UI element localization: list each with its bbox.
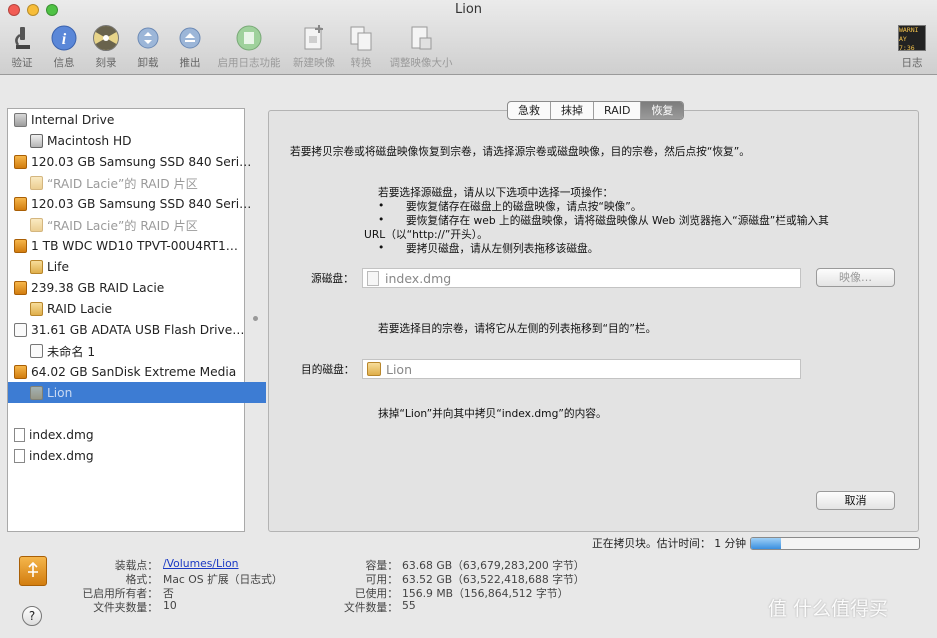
list-item[interactable]: “RAID Lacie”的 RAID 片区: [8, 172, 266, 193]
mount-point-link[interactable]: /Volumes/Lion: [163, 557, 239, 570]
external-drive-icon: [14, 364, 27, 379]
progress-fill: [751, 538, 782, 549]
cancel-button[interactable]: 取消: [816, 491, 895, 510]
source-help-2: 要恢复储存在 web 上的磁盘映像，请将磁盘映像从 Web 浏览器拖入“源磁盘”…: [406, 214, 829, 227]
hard-disk-icon: [30, 133, 43, 148]
list-item-selected[interactable]: Lion: [8, 382, 266, 403]
source-help-3: 要拷贝磁盘，请从左侧列表拖移该磁盘。: [406, 242, 599, 255]
volume-icon: [30, 259, 43, 274]
list-item[interactable]: index.dmg: [8, 445, 250, 466]
enable-journaling-tool[interactable]: 启用日志功能: [216, 24, 282, 70]
list-item[interactable]: “RAID Lacie”的 RAID 片区: [8, 214, 266, 235]
list-item[interactable]: 120.03 GB Samsung SSD 840 Seri…: [8, 151, 250, 172]
radiation-disc-icon: [92, 24, 120, 52]
log-tool[interactable]: WARNI AY 7:36 日志: [896, 24, 928, 70]
progress-bar: [750, 537, 920, 550]
resize-image-icon: [407, 24, 435, 52]
microscope-icon: [8, 24, 36, 52]
tab-restore[interactable]: 恢复: [641, 102, 684, 119]
log-console-icon: WARNI AY 7:36: [898, 24, 926, 52]
info-tool[interactable]: i 信息: [48, 24, 80, 70]
list-item[interactable]: 64.02 GB SanDisk Extreme Media: [8, 361, 250, 382]
svg-text:i: i: [62, 31, 67, 48]
source-label: 源磁盘：: [311, 272, 354, 285]
help-icon: ?: [28, 609, 36, 623]
internal-drive-icon: [14, 112, 27, 127]
list-item[interactable]: Macintosh HD: [8, 130, 266, 151]
resize-image-tool[interactable]: 调整映像大小: [388, 24, 454, 70]
disk-image-icon: [367, 270, 379, 286]
window-toolbar: Lion 验证 i 信息 刻录 卸载 推出 启用日志功能 新建映像 转换 调整映…: [0, 0, 937, 75]
volume-icon: [367, 362, 381, 376]
tab-raid[interactable]: RAID: [594, 102, 642, 119]
restore-intro: 若要拷贝宗卷或将磁盘映像恢复到宗卷，请选择源宗卷或磁盘映像，目的宗卷，然后点按“…: [290, 145, 750, 158]
burn-tool[interactable]: 刻录: [90, 24, 122, 70]
volume-icon: [30, 385, 43, 400]
bullet: •: [378, 241, 385, 254]
info-icon: i: [50, 24, 78, 52]
usb-volume-icon: [19, 556, 47, 586]
verify-tool[interactable]: 验证: [8, 24, 36, 70]
raid-drive-icon: [14, 280, 27, 295]
source-help-1: 要恢复储存在磁盘上的磁盘映像，请点按“映像”。: [406, 200, 642, 213]
status-note: 抹掉“Lion”并向其中拷贝“index.dmg”的内容。: [378, 407, 607, 420]
folders-value: 10: [163, 599, 177, 612]
image-button[interactable]: 映像…: [816, 268, 895, 287]
list-item[interactable]: RAID Lacie: [8, 298, 266, 319]
bullet: •: [378, 213, 385, 226]
convert-icon: [347, 24, 375, 52]
list-item[interactable]: 120.03 GB Samsung SSD 840 Seri…: [8, 193, 250, 214]
splitter-handle[interactable]: [253, 316, 258, 321]
list-item[interactable]: 239.38 GB RAID Lacie: [8, 277, 250, 298]
dest-label: 目的磁盘：: [301, 363, 355, 376]
list-item[interactable]: Internal Drive: [8, 109, 250, 130]
destination-disk-field[interactable]: Lion: [362, 359, 801, 379]
files-value: 55: [402, 599, 416, 612]
eject-tool[interactable]: 推出: [176, 24, 204, 70]
window-title: Lion: [454, 2, 483, 17]
help-button[interactable]: ?: [22, 606, 42, 626]
usb-drive-icon: [14, 322, 27, 337]
unmount-icon: [134, 24, 162, 52]
disk-list[interactable]: Internal Drive Macintosh HD 120.03 GB Sa…: [7, 108, 266, 532]
used-value: 156.9 MB（156,864,512 字节）: [402, 587, 569, 600]
folders-label: 文件夹数量：: [93, 601, 158, 614]
tab-erase[interactable]: 抹掉: [551, 102, 594, 119]
format-value: Mac OS 扩展（日志式）: [163, 573, 283, 586]
raid-slice-icon: [30, 175, 43, 190]
external-drive-icon: [14, 154, 27, 169]
list-item[interactable]: Life: [8, 256, 266, 277]
volume-icon: [30, 301, 43, 316]
list-item[interactable]: 1 TB WDC WD10 TPVT-00U4RT1…: [8, 235, 250, 256]
tab-first-aid[interactable]: 急救: [508, 102, 551, 119]
tab-bar: 急救 抹掉 RAID 恢复: [507, 101, 685, 120]
dest-help: 若要选择目的宗卷，请将它从左侧的列表拖移到“目的”栏。: [378, 322, 657, 335]
eject-icon: [176, 24, 204, 52]
new-image-tool[interactable]: 新建映像: [291, 24, 337, 70]
source-disk-field[interactable]: index.dmg: [362, 268, 801, 288]
journal-icon: [235, 24, 263, 52]
disk-image-icon: [14, 427, 25, 442]
files-label: 文件数量：: [344, 601, 398, 614]
bullet: •: [378, 199, 385, 212]
unmount-tool[interactable]: 卸载: [134, 24, 162, 70]
external-drive-icon: [14, 238, 27, 253]
progress-text: 正在拷贝块。估计时间： 1 分钟: [592, 537, 747, 550]
convert-tool[interactable]: 转换: [346, 24, 376, 70]
disk-image-icon: [14, 448, 25, 463]
list-item[interactable]: index.dmg: [8, 424, 250, 445]
watermark: 值 什么值得买: [768, 598, 889, 620]
new-image-icon: [300, 24, 328, 52]
source-help-title: 若要选择源磁盘，请从以下选项中选择一项操作：: [378, 186, 614, 199]
source-help-2-cont: URL（以“http://”开头）。: [364, 228, 488, 241]
list-item[interactable]: 31.61 GB ADATA USB Flash Drive…: [8, 319, 250, 340]
raid-slice-icon: [30, 217, 43, 232]
volume-icon: [30, 343, 43, 358]
external-drive-icon: [14, 196, 27, 211]
restore-pane: 若要拷贝宗卷或将磁盘映像恢复到宗卷，请选择源宗卷或磁盘映像，目的宗卷，然后点按“…: [268, 110, 919, 532]
list-item[interactable]: 未命名 1: [8, 340, 266, 361]
